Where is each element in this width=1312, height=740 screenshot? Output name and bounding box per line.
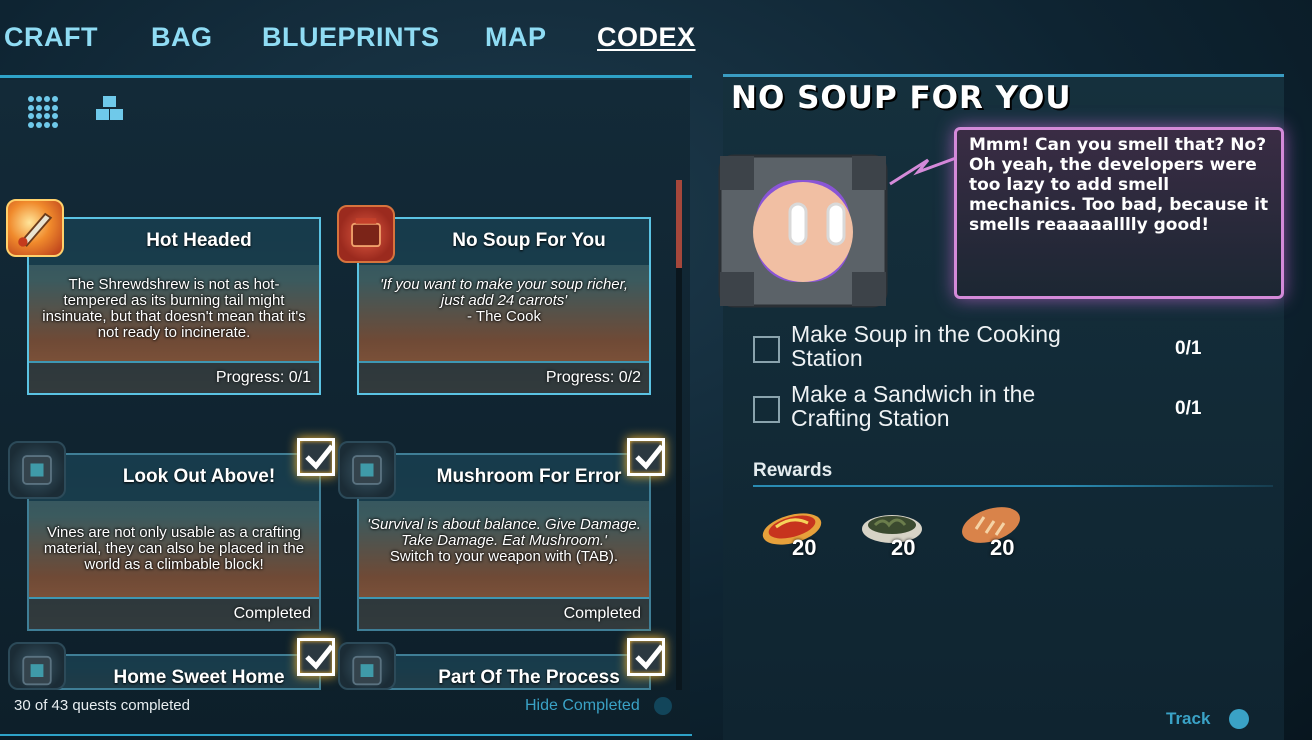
objective-checkbox[interactable]	[753, 336, 780, 363]
speech-bubble-tail	[889, 156, 957, 186]
rewards-divider	[753, 485, 1273, 487]
completed-check-icon	[627, 438, 665, 476]
quest-description: 'If you want to make your soup richer, j…	[367, 277, 641, 325]
completed-check-icon	[297, 638, 335, 676]
quest-instruction: Switch to your weapon with (TAB).	[389, 548, 619, 565]
quest-status: Completed	[233, 605, 311, 622]
npc-dialogue: Mmm! Can you smell that? No? Oh yeah, th…	[969, 135, 1269, 235]
completed-check-icon	[627, 638, 665, 676]
panel-divider	[0, 734, 692, 736]
npc-cube-icon	[338, 441, 396, 499]
flaming-sword-icon	[6, 199, 64, 257]
npc-cube-icon	[8, 642, 66, 690]
quest-card-part-of-the-process[interactable]: Part Of The Process	[357, 654, 651, 690]
reward-quantity: 20	[990, 535, 1015, 560]
nav-divider	[0, 75, 692, 78]
quest-card-hot-headed[interactable]: Hot Headed The Shrewdshrew is not as hot…	[27, 217, 321, 395]
quest-count: 30 of 43 quests completed	[14, 697, 190, 714]
quest-title: No Soup For You	[452, 230, 606, 251]
quest-title: Home Sweet Home	[113, 667, 285, 688]
objective-checkbox[interactable]	[753, 396, 780, 423]
quest-card-mushroom-for-error[interactable]: Mushroom For Error 'Survival is about ba…	[357, 453, 651, 631]
quest-quote: 'Survival is about balance. Give Damage.…	[367, 516, 641, 549]
quest-status: Completed	[563, 605, 641, 622]
quest-detail-title: NO SOUP FOR YOU	[731, 80, 1072, 116]
grid-view-icon[interactable]	[28, 96, 60, 128]
quest-description: 'Survival is about balance. Give Damage.…	[367, 517, 641, 565]
quest-title: Part Of The Process	[438, 667, 620, 688]
blocks-view-icon[interactable]	[94, 96, 126, 128]
tab-map[interactable]: MAP	[485, 22, 547, 53]
tab-craft[interactable]: CRAFT	[4, 22, 98, 53]
tab-bag[interactable]: BAG	[151, 22, 213, 53]
tab-blueprints[interactable]: BLUEPRINTS	[262, 22, 440, 53]
track-label[interactable]: Track	[1166, 709, 1210, 729]
objective-text: Make a Sandwich in the Crafting Station	[791, 381, 1036, 431]
top-nav: CRAFT BAG BLUEPRINTS MAP CODEX	[0, 0, 700, 76]
hide-completed-toggle[interactable]	[654, 697, 672, 715]
reward-quantity: 20	[792, 535, 817, 560]
quest-title: Hot Headed	[146, 230, 252, 251]
quest-status: Progress: 0/1	[215, 369, 311, 386]
npc-cube-icon	[338, 642, 396, 690]
reward-item[interactable]: 20	[859, 503, 929, 563]
tab-codex[interactable]: CODEX	[597, 22, 696, 53]
scrollbar-thumb[interactable]	[676, 180, 682, 268]
quest-attribution: - The Cook	[467, 308, 541, 325]
objective-count: 0/1	[1175, 398, 1202, 419]
npc-cube-character	[718, 154, 888, 308]
hide-completed-label[interactable]: Hide Completed	[525, 697, 640, 715]
npc-cube-icon	[8, 441, 66, 499]
npc-speech-bubble: Mmm! Can you smell that? No? Oh yeah, th…	[954, 127, 1284, 299]
quest-title: Look Out Above!	[122, 466, 276, 487]
quest-card-look-out-above[interactable]: Look Out Above! Vines are not only usabl…	[27, 453, 321, 631]
quest-card-home-sweet-home[interactable]: Home Sweet Home	[27, 654, 321, 690]
objective-count: 0/1	[1175, 338, 1202, 359]
quest-quote: 'If you want to make your soup richer, j…	[380, 276, 628, 309]
quest-title: Mushroom For Error	[436, 466, 622, 487]
cooking-pot-icon	[337, 205, 395, 263]
quest-list-panel	[0, 80, 690, 736]
quest-description: The Shrewdshrew is not as hot-tempered a…	[42, 276, 306, 341]
quest-description: Vines are not only usable as a crafting …	[43, 524, 305, 573]
rewards-heading: Rewards	[753, 460, 833, 481]
completed-check-icon	[297, 438, 335, 476]
track-toggle[interactable]	[1229, 709, 1249, 729]
reward-item[interactable]: 20	[760, 503, 830, 563]
quest-card-no-soup-for-you[interactable]: No Soup For You 'If you want to make you…	[357, 217, 651, 395]
quest-status: Progress: 0/2	[545, 369, 641, 386]
reward-quantity: 20	[891, 535, 916, 560]
reward-item[interactable]: 20	[958, 503, 1028, 563]
objective-text: Make Soup in the Cooking Station	[791, 321, 1061, 371]
